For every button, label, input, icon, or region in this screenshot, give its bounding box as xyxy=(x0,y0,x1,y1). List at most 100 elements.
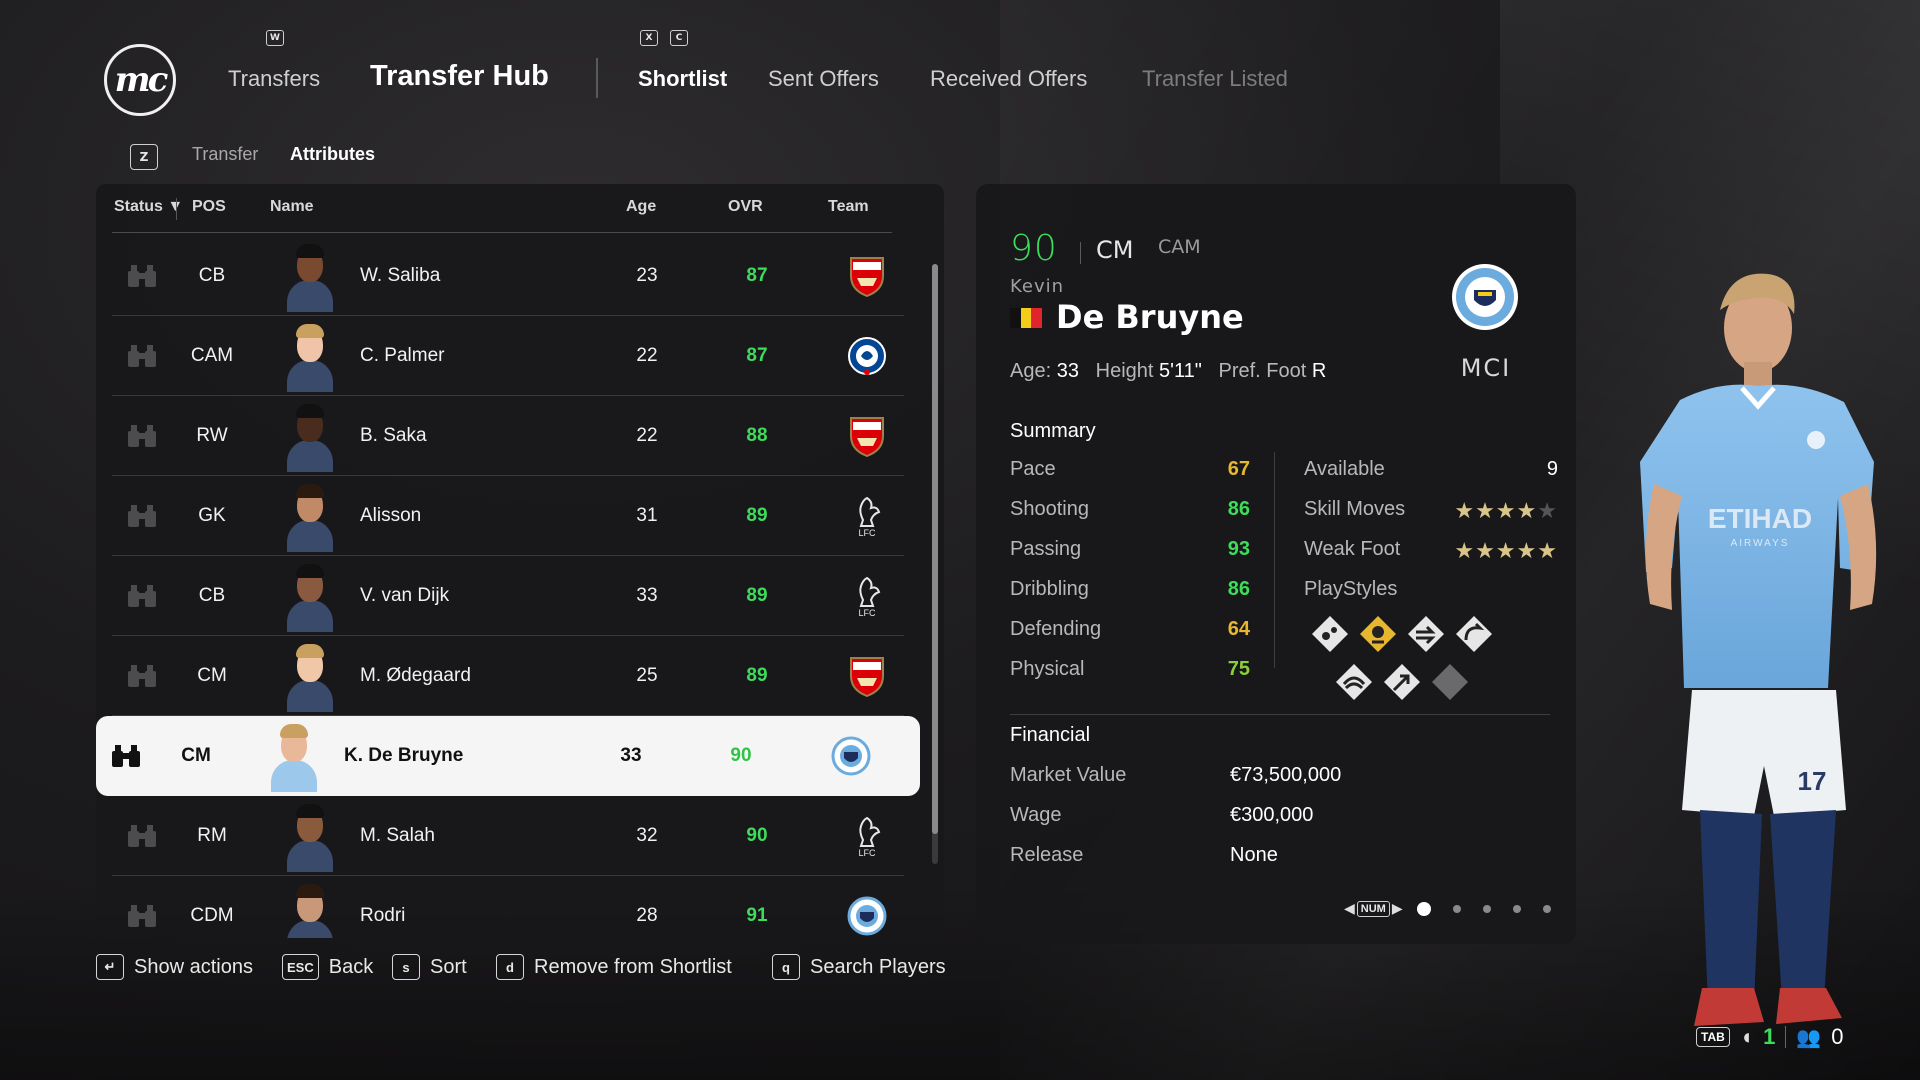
d-key-icon: d xyxy=(496,954,524,980)
star-filled-icon: ★ xyxy=(1516,538,1538,563)
page-dot[interactable] xyxy=(1482,904,1491,913)
col-header-name[interactable]: Name xyxy=(270,198,314,216)
row-age: 32 xyxy=(636,825,658,846)
row-age: 28 xyxy=(636,905,658,926)
stat-label: Defending xyxy=(1010,618,1102,640)
row-ovr: 89 xyxy=(746,585,768,606)
subtab-transfer[interactable]: Transfer xyxy=(192,144,258,165)
star-filled-icon: ★ xyxy=(1537,538,1558,563)
row-age: 31 xyxy=(636,505,658,526)
tab-key-icon[interactable]: TAB xyxy=(1696,1027,1730,1047)
action-label: Remove from Shortlist xyxy=(534,955,732,978)
row-ovr: 89 xyxy=(746,665,768,686)
action-sort[interactable]: s Sort xyxy=(392,954,467,980)
speaker-icon: ◖ xyxy=(1739,1024,1754,1049)
svg-text:LFC: LFC xyxy=(858,528,876,538)
page-dot[interactable] xyxy=(1416,901,1431,916)
tab-shortlist[interactable]: Shortlist xyxy=(638,66,727,92)
table-row[interactable]: RW B. Saka 22 88 xyxy=(112,396,904,476)
tab-transfer-listed[interactable]: Transfer Listed xyxy=(1142,66,1288,92)
table-row[interactable]: GK Alisson 31 89 LFC xyxy=(112,476,904,556)
action-label: Back xyxy=(328,955,374,978)
table-row[interactable]: CM K. De Bruyne 33 90 xyxy=(96,716,920,796)
tab-sent-offers[interactable]: Sent Offers xyxy=(768,66,879,92)
stat-label: Dribbling xyxy=(1010,578,1089,600)
page-indicator[interactable]: ◀ NUM ▶ xyxy=(1344,900,1551,917)
status-binoculars-icon[interactable] xyxy=(124,396,160,476)
col-header-age[interactable]: Age xyxy=(626,198,656,216)
status-binoculars-icon[interactable] xyxy=(124,476,160,556)
action-remove-from-shortlist[interactable]: d Remove from Shortlist xyxy=(496,954,732,980)
status-binoculars-icon[interactable] xyxy=(124,316,160,396)
stat-value: 86 xyxy=(1227,498,1250,520)
row-age: 25 xyxy=(636,665,658,686)
star-filled-icon: ★ xyxy=(1475,498,1496,523)
action-show-actions[interactable]: ↵ Show actions xyxy=(96,954,253,980)
playstyle-icon[interactable] xyxy=(1310,614,1350,654)
page-dot[interactable] xyxy=(1542,904,1551,913)
table-row[interactable]: CM M. Ødegaard 25 89 xyxy=(112,636,904,716)
stat-label: Passing xyxy=(1010,538,1082,560)
tab-received-offers[interactable]: Received Offers xyxy=(930,66,1087,92)
row-position: CM xyxy=(181,745,211,766)
playstyle-icon[interactable] xyxy=(1406,614,1446,654)
status-binoculars-icon[interactable] xyxy=(108,716,144,796)
skill-moves-row: Skill Moves ★★★★★ xyxy=(1304,498,1558,523)
status-binoculars-icon[interactable] xyxy=(124,236,160,316)
table-row[interactable]: RM M. Salah 32 90 LFC xyxy=(112,796,904,876)
scrollbar-thumb[interactable] xyxy=(932,264,938,834)
table-row[interactable]: CB W. Saliba 23 87 xyxy=(112,236,904,316)
row-position: RW xyxy=(196,425,228,446)
count-b: 0 xyxy=(1831,1024,1844,1049)
player-ovr: 90 xyxy=(1010,228,1058,269)
career-mode-logo: mc xyxy=(104,44,176,116)
status-binoculars-icon[interactable] xyxy=(124,636,160,716)
tab-transfers[interactable]: Transfers xyxy=(228,66,320,92)
col-header-status[interactable]: Status ▼ xyxy=(114,198,183,216)
playstyles-row: PlayStyles xyxy=(1304,578,1558,601)
stat-row: Physical 75 xyxy=(1010,658,1250,681)
release-label: Release xyxy=(1010,844,1084,866)
esc-key-icon: ESC xyxy=(282,954,319,980)
playstyle-icon[interactable] xyxy=(1334,662,1374,702)
table-row[interactable]: CDM Rodri 28 91 xyxy=(112,876,904,938)
page-dot[interactable] xyxy=(1452,904,1461,913)
table-row[interactable]: CAM C. Palmer 22 87 xyxy=(112,316,904,396)
player-position: CM xyxy=(1096,236,1134,264)
playstyle-plus-icon[interactable] xyxy=(1358,614,1398,654)
row-ovr: 91 xyxy=(746,905,768,926)
team-crest-icon xyxy=(826,716,876,796)
row-position: RM xyxy=(197,825,227,846)
status-binoculars-icon[interactable] xyxy=(124,556,160,636)
star-empty-icon: ★ xyxy=(1537,498,1558,523)
status-binoculars-icon[interactable] xyxy=(124,796,160,876)
col-header-pos[interactable]: POS xyxy=(192,198,226,216)
row-position: CDM xyxy=(190,905,234,926)
action-back[interactable]: ESC Back xyxy=(282,954,373,980)
release-row: Release None xyxy=(1010,844,1550,867)
page-dot[interactable] xyxy=(1512,904,1521,913)
header-divider xyxy=(176,198,177,220)
available-label: Available xyxy=(1304,458,1385,480)
stat-row: Pace 67 xyxy=(1010,458,1250,481)
stat-label: Pace xyxy=(1010,458,1056,480)
playstyle-icon[interactable] xyxy=(1382,662,1422,702)
player-avatar xyxy=(282,796,338,876)
release-value: None xyxy=(1230,844,1278,866)
player-detail-panel: 90 CM CAM Kevin De Bruyne Age: 33 Height… xyxy=(976,184,1576,944)
status-binoculars-icon[interactable] xyxy=(124,876,160,938)
table-row[interactable]: CB V. van Dijk 33 89 LFC xyxy=(112,556,904,636)
row-age: 33 xyxy=(636,585,658,606)
playstyle-icon[interactable] xyxy=(1454,614,1494,654)
row-age: 33 xyxy=(620,745,642,766)
team-crest-icon: LFC xyxy=(842,556,892,636)
col-header-team[interactable]: Team xyxy=(828,198,869,216)
keyhint-w: W xyxy=(266,30,284,46)
action-search-players[interactable]: q Search Players xyxy=(772,954,946,980)
row-name: V. van Dijk xyxy=(360,585,450,606)
chevron-left-icon: ◀ xyxy=(1344,900,1355,916)
col-header-ovr[interactable]: OVR xyxy=(728,198,763,216)
subtab-attributes[interactable]: Attributes xyxy=(290,144,375,165)
row-position: CB xyxy=(198,585,226,606)
playstyle-empty-icon xyxy=(1432,664,1468,700)
